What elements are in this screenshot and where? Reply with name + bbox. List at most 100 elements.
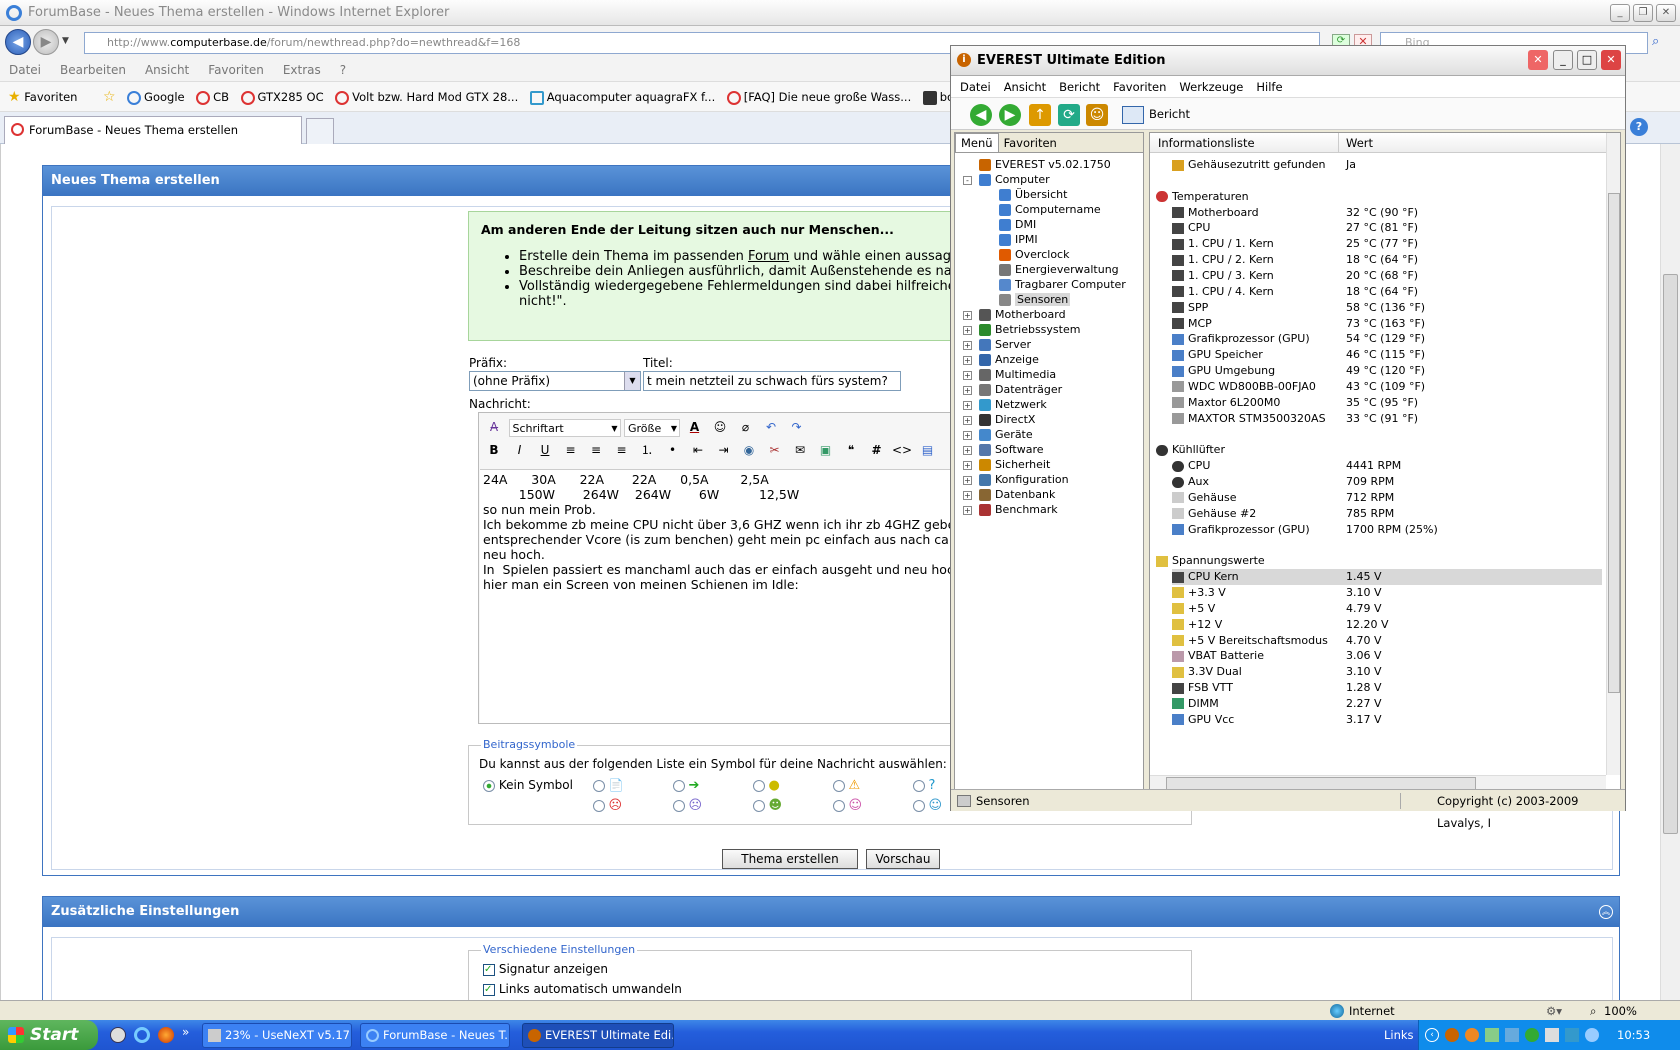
report-button[interactable]: Bericht [1149, 107, 1190, 121]
no-symbol-option[interactable]: Kein Symbol [483, 778, 573, 792]
tree-item[interactable]: Computername [999, 202, 1101, 218]
align-center-icon[interactable]: ≡ [585, 440, 607, 460]
tree-item[interactable]: Computer [979, 172, 1050, 188]
scrollbar-thumb[interactable] [1663, 274, 1678, 834]
expand-icon[interactable]: + [963, 371, 972, 380]
back-button[interactable]: ◀ [5, 29, 31, 55]
sensor-group[interactable]: Kühllüfter [1156, 442, 1225, 458]
sensor-row[interactable]: 3.3V Dual [1172, 664, 1242, 680]
undo-icon[interactable]: ↶ [760, 417, 782, 437]
tree-item[interactable]: Geräte [979, 427, 1033, 443]
zoom-icon[interactable]: ⌕ [1590, 1001, 1596, 1021]
ev-menu-werkzeuge[interactable]: Werkzeuge [1179, 76, 1243, 98]
sensor-row[interactable]: FSB VTT [1172, 680, 1233, 696]
sensor-row[interactable]: CPU Kern [1172, 569, 1602, 586]
ev-menu-bericht[interactable]: Bericht [1059, 76, 1100, 98]
sensor-row[interactable]: Grafikprozessor (GPU) [1172, 522, 1310, 538]
ev-menu-datei[interactable]: Datei [960, 76, 991, 98]
expand-icon[interactable]: + [963, 311, 972, 320]
tree-item[interactable]: DirectX [979, 412, 1035, 428]
new-tab-button[interactable] [306, 118, 334, 144]
checkbox-checked[interactable]: ✓ [483, 963, 495, 976]
tree-item[interactable]: Sicherheit [979, 457, 1050, 473]
ev-menu-hilfe[interactable]: Hilfe [1256, 76, 1282, 98]
tree-item[interactable]: Overclock [999, 247, 1069, 263]
task-forumbase[interactable]: ForumBase - Neues T... [360, 1023, 510, 1048]
fav-link-gtx285[interactable]: GTX285 OC [240, 82, 324, 111]
tab-menu[interactable]: Menü [955, 133, 999, 152]
expand-icon[interactable]: + [963, 431, 972, 440]
tray-app-icon[interactable] [1565, 1028, 1579, 1042]
sensor-row[interactable]: VBAT Batterie [1172, 648, 1264, 664]
preview-button[interactable]: Vorschau [866, 849, 940, 869]
symbol-option[interactable]: ☹ [673, 798, 702, 813]
email-icon[interactable]: ✉ [789, 440, 811, 460]
expand-icon[interactable]: + [963, 401, 972, 410]
zoom-level[interactable]: 100% [1604, 1001, 1637, 1021]
forward-icon[interactable]: ▶ [999, 104, 1021, 126]
sensor-row[interactable]: Gehäuse #2 [1172, 506, 1256, 522]
tray-app-icon[interactable] [1525, 1028, 1539, 1042]
sensor-row[interactable]: +3.3 V [1172, 585, 1226, 601]
tree-item[interactable]: Motherboard [979, 307, 1066, 323]
collapse-icon[interactable]: ︽ [1599, 905, 1613, 919]
network-tray-icon[interactable] [1505, 1028, 1519, 1042]
checkbox-checked[interactable]: ✓ [483, 983, 495, 996]
fav-link-voltmod[interactable]: Volt bzw. Hard Mod GTX 28... [335, 82, 518, 111]
tree-item[interactable]: Anzeige [979, 352, 1039, 368]
menu-bearbeiten[interactable]: Bearbeiten [60, 58, 126, 82]
symbol-option[interactable]: ☻ [753, 798, 782, 813]
quicklaunch-more-icon[interactable]: » [182, 1025, 189, 1039]
sensor-row[interactable]: +5 V Bereitschaftsmodus [1172, 633, 1328, 649]
bold-icon[interactable]: B [483, 440, 505, 460]
signature-option[interactable]: ✓ Signatur anzeigen [483, 962, 608, 976]
underline-icon[interactable]: U [534, 440, 556, 460]
sensor-row[interactable]: Motherboard [1172, 205, 1259, 221]
symbol-option[interactable]: ☺ [913, 798, 942, 813]
tree-item[interactable]: Datenträger [979, 382, 1062, 398]
symbol-option[interactable]: ⚠ [833, 778, 860, 793]
start-button[interactable]: Start [0, 1020, 98, 1050]
tree-item[interactable]: Software [979, 442, 1044, 458]
image-icon[interactable]: ▣ [815, 440, 837, 460]
tree-item[interactable]: Tragbarer Computer [999, 277, 1126, 293]
sensor-row[interactable]: 1. CPU / 3. Kern [1172, 268, 1274, 284]
sensor-row[interactable]: Maxtor 6L200M0 [1172, 395, 1280, 411]
add-favorite-icon[interactable]: ☆ [103, 82, 116, 111]
title-input[interactable]: t mein netzteil zu schwach fürs system? [643, 371, 901, 391]
close-button[interactable]: ✕ [1601, 50, 1621, 70]
up-icon[interactable]: ↑ [1029, 104, 1051, 126]
sensor-row[interactable]: MAXTOR STM3500320AS [1172, 411, 1326, 427]
collapse-icon[interactable]: - [963, 176, 972, 185]
clock[interactable]: 10:53 [1617, 1020, 1650, 1050]
tree-item[interactable]: Energieverwaltung [999, 262, 1119, 278]
tree-item[interactable]: Betriebssystem [979, 322, 1080, 338]
sensor-group[interactable]: Temperaturen [1156, 189, 1249, 205]
close-icon[interactable]: ✕ [1528, 50, 1548, 70]
media-player-icon[interactable] [110, 1027, 126, 1043]
expand-icon[interactable]: + [963, 476, 972, 485]
list-vscroll[interactable] [1606, 133, 1620, 775]
tree-item[interactable]: Übersicht [999, 187, 1067, 203]
fav-link-cb[interactable]: CB [196, 82, 229, 111]
symbol-option[interactable]: ● [753, 778, 780, 793]
volume-icon[interactable] [1545, 1028, 1559, 1042]
expand-icon[interactable]: + [963, 461, 972, 470]
sensor-row[interactable]: Aux [1172, 474, 1209, 490]
symbol-option[interactable]: ? [913, 778, 935, 793]
report-icon[interactable] [1122, 106, 1144, 124]
everest-tray-icon[interactable] [1445, 1028, 1459, 1042]
task-usenext[interactable]: 23% - UseNeXT v5.17 [202, 1023, 352, 1048]
fav-link-aquacomputer[interactable]: Aquacomputer aquagraFX f... [529, 82, 715, 111]
attachment-icon[interactable]: ⌀ [735, 417, 757, 437]
ie-quicklaunch-icon[interactable] [134, 1027, 150, 1043]
fav-link-google[interactable]: Google [127, 82, 185, 111]
symbol-option[interactable]: ☹ [593, 798, 622, 813]
tray-app-icon[interactable] [1465, 1028, 1479, 1042]
fav-link-faq[interactable]: [FAQ] Die neue große Wass... [726, 82, 911, 111]
symbol-option[interactable]: ➔ [673, 778, 699, 793]
tree-item[interactable]: Datenbank [979, 487, 1055, 503]
tray-expand-icon[interactable]: ‹ [1425, 1028, 1439, 1042]
tray-app-icon[interactable] [1585, 1028, 1599, 1042]
ordered-list-icon[interactable]: ⒈ [636, 440, 658, 460]
